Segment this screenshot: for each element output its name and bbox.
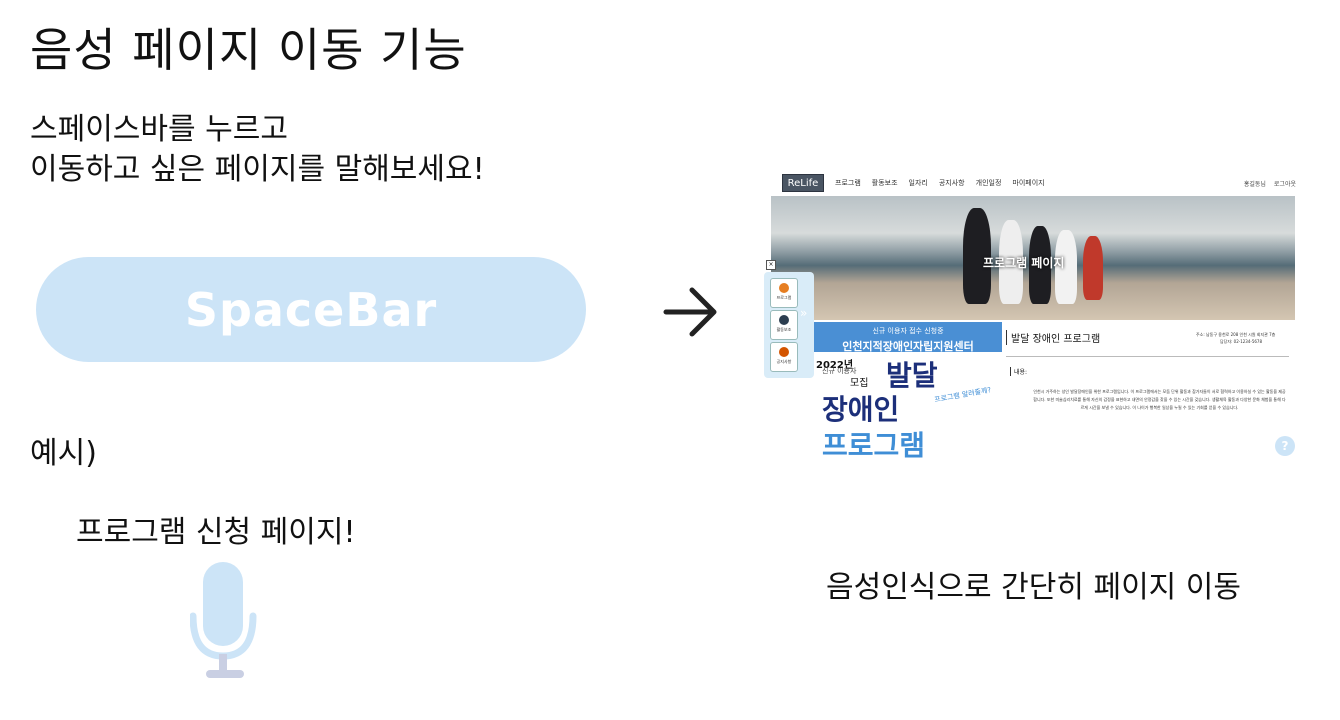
hero-title: 프로그램 페이지: [983, 256, 1065, 270]
site-navbar: ReLife 프로그램 활동보조 일자리 공지사항 개인일정 마이페이지 홍길동…: [762, 170, 1302, 196]
poster-recruit: 모집: [850, 378, 869, 389]
poster-word-2: 장애인: [822, 393, 900, 426]
wheelchair-icon: [779, 315, 789, 325]
example-speech: 프로그램 신청 페이지!: [76, 515, 356, 550]
side-btn-label: 공지사항: [776, 359, 792, 364]
side-quick-menu: 프로그램 활동보조 공지사항 »: [764, 272, 814, 378]
poster-org: 인천지적장애인자립지원센터: [842, 340, 974, 353]
nav-logout[interactable]: 로그아웃: [1274, 179, 1296, 188]
poster-word-3: 프로그램: [822, 429, 926, 462]
chevron-right-icon[interactable]: »: [800, 306, 807, 320]
side-btn-assist[interactable]: 활동보조: [770, 310, 798, 340]
nav-notice[interactable]: 공지사항: [939, 178, 965, 188]
megaphone-icon: [779, 347, 789, 357]
nav-schedule[interactable]: 개인일정: [976, 178, 1002, 188]
poster-subtitle: 신규 이용자 접수 신청중: [872, 327, 944, 335]
poster-header: 신규 이용자 접수 신청중 인천지적장애인자립지원센터: [814, 322, 1002, 353]
close-icon[interactable]: ×: [766, 260, 776, 270]
hero-banner: 프로그램 페이지: [771, 196, 1295, 320]
poster-handwriting: 프로그램 알려줄께?: [933, 386, 992, 404]
caption: 음성인식으로 간단히 페이지 이동: [826, 570, 1242, 605]
nav-mypage[interactable]: 마이페이지: [1012, 178, 1044, 188]
nav-user: 홍길동님: [1243, 180, 1266, 188]
instruction-line-2: 이동하고 싶은 페이지를 말해보세요!: [30, 152, 485, 187]
microphone-icon: [190, 562, 257, 678]
program-description: 인천시 거주하는 성인 발달장애인을 위한 프로그램입니다. 이 프로그램에서는…: [1033, 389, 1286, 410]
site-logo[interactable]: ReLife: [782, 174, 824, 192]
question-mark-icon[interactable]: ?: [1275, 436, 1295, 456]
spacebar-key[interactable]: SpaceBar: [36, 257, 586, 362]
nav-jobs[interactable]: 일자리: [909, 178, 928, 188]
side-btn-label: 활동보조: [776, 327, 792, 332]
program-address: 주소: 남동구 용천로 208 인천 시원 회지관 7층: [1196, 332, 1276, 337]
page-title: 음성 페이지 이동 기능: [30, 23, 467, 77]
divider: [1006, 356, 1289, 357]
arrow-right-icon: [663, 287, 717, 337]
example-label: 예시): [30, 436, 97, 471]
instruction-line-1: 스페이스바를 누르고: [30, 112, 288, 147]
side-btn-program[interactable]: 프로그램: [770, 278, 798, 308]
nav-assist[interactable]: 활동보조: [872, 178, 898, 188]
nav-program[interactable]: 프로그램: [835, 178, 861, 188]
side-btn-label: 프로그램: [776, 295, 792, 300]
program-title: 발달 장애인 프로그램: [1006, 330, 1100, 345]
program-contact: 담당자: 02-1234-5678: [1220, 339, 1262, 344]
side-btn-notice[interactable]: 공지사항: [770, 342, 798, 372]
program-page-screenshot: ReLife 프로그램 활동보조 일자리 공지사항 개인일정 마이페이지 홍길동…: [762, 170, 1302, 462]
content-label: 내용:: [1010, 367, 1027, 376]
program-icon: [779, 283, 789, 293]
